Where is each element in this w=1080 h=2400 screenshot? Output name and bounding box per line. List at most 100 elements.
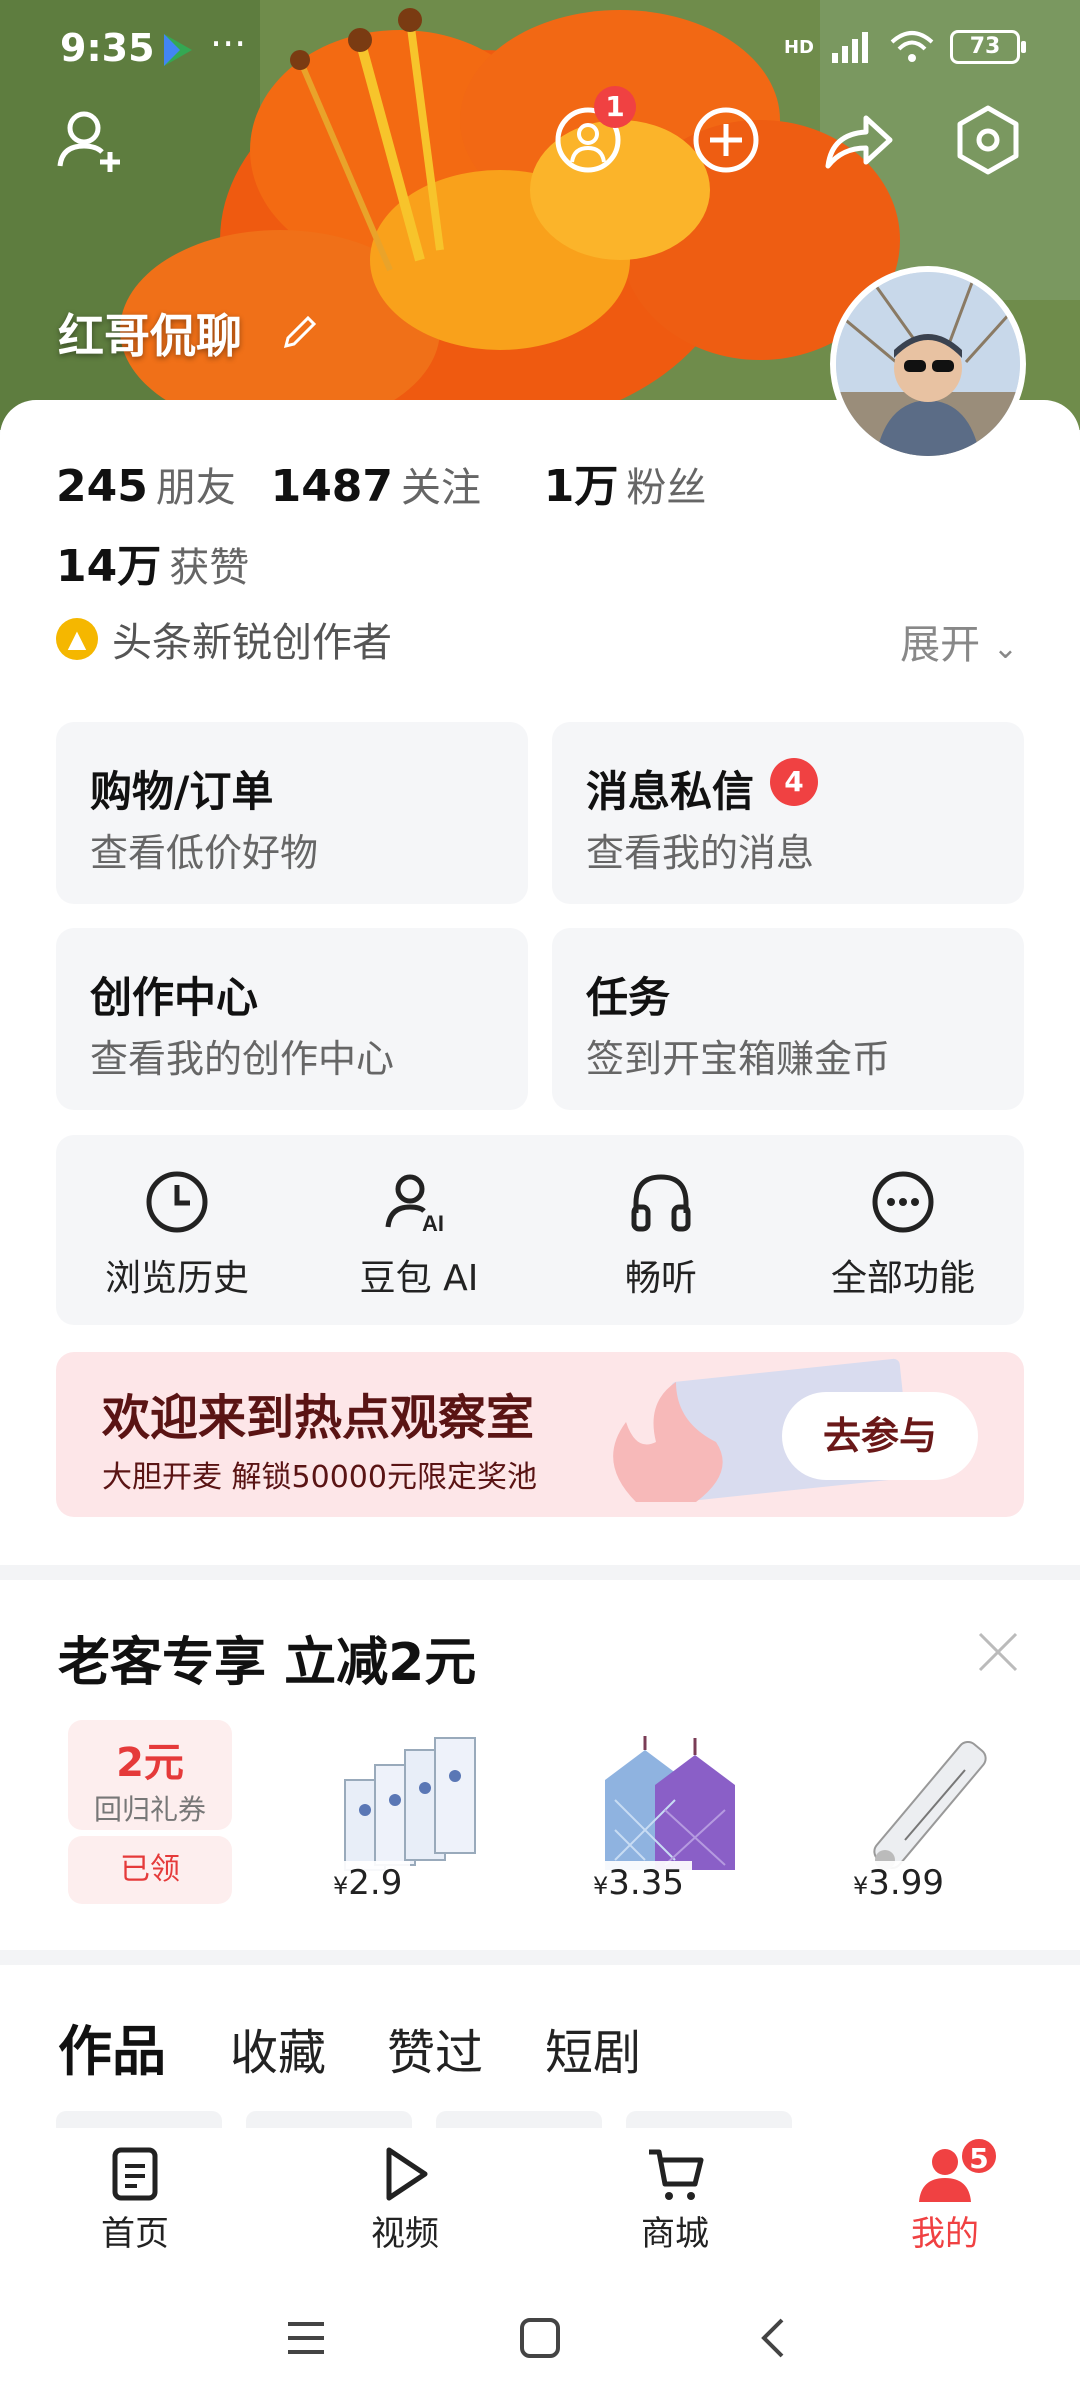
banner-subtitle: 大胆开麦 解锁50000元限定奖池 <box>102 1460 537 1495</box>
tasks-tile[interactable]: 任务 签到开宝箱赚金币 <box>552 928 1024 1110</box>
likes-label: 获赞 <box>169 545 250 591</box>
paper-tissue-icon <box>344 1737 476 1871</box>
messages-title: 消息私信 <box>586 767 755 816</box>
system-nav-bar <box>0 2278 1080 2400</box>
expand-label: 展开 <box>900 622 981 668</box>
messages-badge: 4 <box>770 758 818 806</box>
banner-title: 欢迎来到热点观察室 <box>102 1390 535 1446</box>
chevron-down-icon: ⌄ <box>992 631 1018 666</box>
close-icon[interactable] <box>976 1630 1020 1674</box>
network-icon: HD <box>783 36 814 58</box>
friends-count[interactable]: 245 <box>56 461 148 512</box>
coupon-status: 已领 <box>68 1836 232 1904</box>
home-square-icon[interactable] <box>518 2316 562 2360</box>
headphones-icon <box>631 1174 691 1232</box>
creator-level-icon: ▲ <box>56 618 98 660</box>
coupon-value: 2元 <box>116 1740 184 1786</box>
shopping-title: 购物/订单 <box>90 767 274 816</box>
nav-label: 视频 <box>371 2214 439 2254</box>
tab-short-drama[interactable]: 短剧 <box>545 2013 641 2083</box>
stats-row: 245 朋友 1487 关注 1万 粉丝 <box>56 450 706 514</box>
following-label[interactable]: 关注 <box>401 465 481 511</box>
creator-badge-text: 头条新锐创作者 <box>112 620 392 666</box>
following-count[interactable]: 1487 <box>271 461 393 512</box>
coupon-card[interactable]: 2元 回归礼券 已领 <box>68 1720 232 1906</box>
nav-home[interactable]: 首页 <box>45 2144 225 2255</box>
product-item[interactable]: ¥3.99 <box>845 1730 1015 1905</box>
ai-person-icon: AI <box>385 1174 444 1236</box>
product-item[interactable]: ¥3.35 <box>585 1730 755 1905</box>
product-price: ¥2.9 <box>325 1861 411 1905</box>
promo-title: 老客专享 立减2元 <box>58 1633 477 1693</box>
menu-icon[interactable] <box>284 2318 328 2358</box>
creation-title: 创作中心 <box>90 973 259 1022</box>
edit-name-icon[interactable] <box>280 312 320 352</box>
quick-action-label: 全部功能 <box>830 1258 975 1299</box>
cart-icon <box>649 2149 704 2200</box>
nav-video[interactable]: 视频 <box>315 2144 495 2255</box>
nav-mall[interactable]: 商城 <box>585 2144 765 2255</box>
shopping-subtitle: 查看低价好物 <box>90 831 319 875</box>
quick-action-label: 浏览历史 <box>104 1258 249 1299</box>
visitor-button[interactable]: 1 <box>548 86 636 180</box>
quick-action-label: 畅听 <box>624 1258 697 1299</box>
product-item[interactable]: ¥2.9 <box>325 1730 495 1905</box>
likes-row[interactable]: 14万 获赞 <box>56 530 249 594</box>
messages-tile[interactable]: 消息私信 4 查看我的消息 <box>552 722 1024 904</box>
status-time: 9:35 <box>60 26 155 70</box>
play-icon <box>386 2147 428 2201</box>
signal-icon <box>832 32 868 63</box>
creation-center-tile[interactable]: 创作中心 查看我的创作中心 <box>56 928 528 1110</box>
status-more-icon: ··· <box>210 22 247 66</box>
avatar[interactable] <box>830 266 1026 462</box>
share-icon[interactable] <box>818 100 898 180</box>
thermometer-icon <box>873 1740 987 1870</box>
svg-text:AI: AI <box>422 1211 444 1236</box>
play-store-icon <box>164 34 192 66</box>
nav-label: 我的 <box>911 2214 979 2254</box>
clock-icon <box>146 1171 208 1233</box>
coupon-top: 2元 回归礼券 <box>68 1720 232 1830</box>
messages-subtitle: 查看我的消息 <box>586 831 815 875</box>
towel-icon <box>605 1736 735 1870</box>
tasks-subtitle: 签到开宝箱赚金币 <box>586 1037 891 1081</box>
more-dots-icon <box>872 1171 934 1233</box>
expand-button[interactable]: 展开 ⌄ <box>900 612 1018 670</box>
battery-indicator: 73 <box>950 30 1026 64</box>
shopping-orders-tile[interactable]: 购物/订单 查看低价好物 <box>56 722 528 904</box>
likes-count: 14万 <box>56 541 162 592</box>
bottom-nav: 首页 视频 商城 5 我的 <box>0 2128 1080 2278</box>
nickname: 红哥侃聊 <box>58 309 242 363</box>
profile-card: 245 朋友 1487 关注 1万 粉丝 14万 获赞 ▲ 头条新锐创作者 展开 ⌄ 购… <box>0 400 1080 1565</box>
nav-label: 商城 <box>641 2214 709 2254</box>
tab-favorites[interactable]: 收藏 <box>230 2013 326 2083</box>
hot-topics-banner[interactable]: 欢迎来到热点观察室 大胆开麦 解锁50000元限定奖池 去参与 <box>56 1352 1024 1517</box>
tasks-title: 任务 <box>586 973 671 1022</box>
quick-action-listen[interactable]: 畅听 <box>540 1135 782 1325</box>
friends-label[interactable]: 朋友 <box>156 465 236 511</box>
quick-action-label: 豆包 AI <box>359 1258 479 1299</box>
status-bar: 9:35 ··· HD 73 <box>0 0 1080 100</box>
home-doc-icon <box>112 2147 158 2201</box>
creator-badge[interactable]: ▲ 头条新锐创作者 <box>56 610 392 668</box>
join-button[interactable]: 去参与 <box>782 1392 978 1480</box>
product-price: ¥3.99 <box>845 1861 952 1905</box>
publish-icon[interactable] <box>686 100 766 180</box>
wifi-icon <box>890 31 934 62</box>
quick-action-history[interactable]: 浏览历史 <box>56 1135 298 1325</box>
quick-action-all-features[interactable]: 全部功能 <box>782 1135 1024 1325</box>
settings-icon[interactable] <box>948 100 1028 180</box>
quick-action-doubao-ai[interactable]: AI 豆包 AI <box>298 1135 540 1325</box>
creation-subtitle: 查看我的创作中心 <box>90 1037 395 1081</box>
tab-works[interactable]: 作品 <box>58 2007 166 2086</box>
add-friend-icon[interactable] <box>52 100 132 180</box>
fans-count[interactable]: 1万 <box>544 461 619 512</box>
fans-label[interactable]: 粉丝 <box>626 465 706 511</box>
nav-me[interactable]: 5 我的 <box>855 2136 1035 2255</box>
tab-liked[interactable]: 赞过 <box>387 2013 483 2083</box>
notification-badge: 1 <box>594 86 636 128</box>
coupon-name: 回归礼券 <box>93 1793 206 1826</box>
product-price: ¥3.35 <box>585 1861 692 1905</box>
content-tabs: 作品 收藏 赞过 短剧 <box>0 1965 1080 2151</box>
back-icon[interactable] <box>752 2316 796 2360</box>
